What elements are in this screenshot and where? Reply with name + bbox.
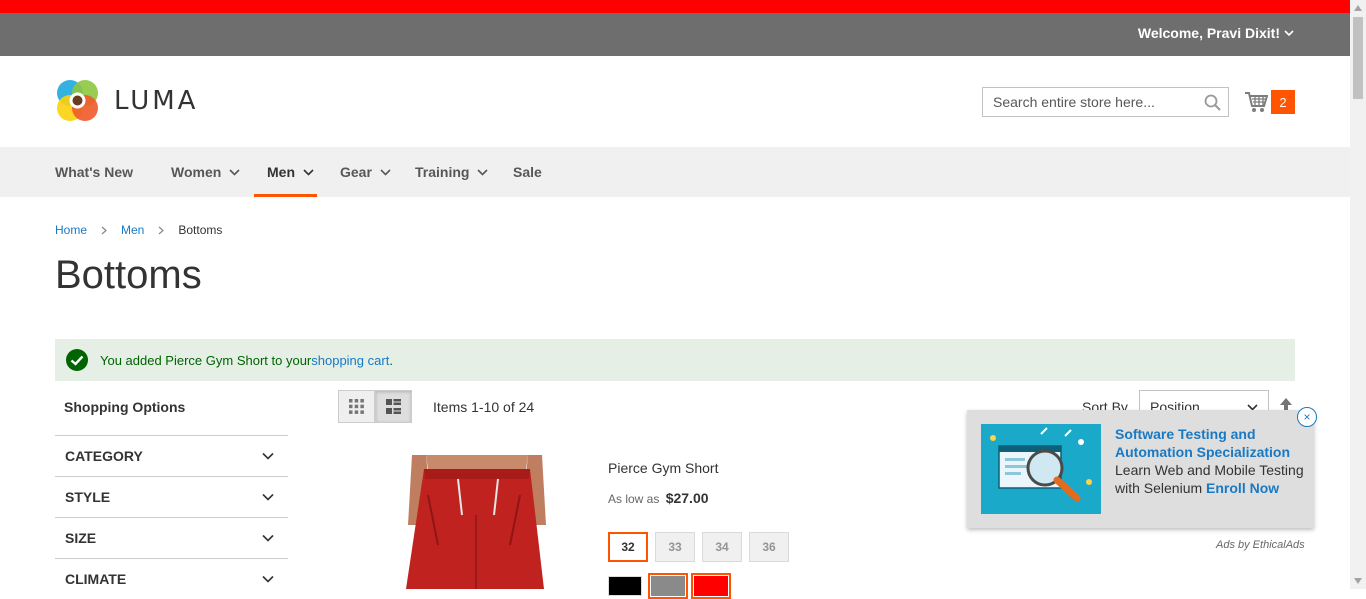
cart-counter-badge: 2 — [1271, 90, 1295, 114]
customer-welcome-menu[interactable]: Welcome, Pravi Dixit! — [1138, 25, 1294, 41]
price-value: $27.00 — [665, 490, 709, 506]
breadcrumb-current: Bottoms — [178, 223, 223, 237]
ad-close-button[interactable]: × — [1297, 407, 1317, 427]
nav-item-label: Sale — [513, 164, 542, 180]
chevron-down-icon — [262, 534, 274, 542]
top-header-bar: Welcome, Pravi Dixit! — [0, 13, 1350, 56]
color-swatch-black[interactable] — [608, 576, 642, 596]
size-swatch-36[interactable]: 36 — [749, 532, 789, 562]
chevron-down-icon — [380, 168, 391, 176]
scroll-up-arrow-icon[interactable] — [1354, 5, 1362, 11]
list-view-button[interactable] — [375, 390, 412, 423]
page-scrollbar[interactable] — [1350, 0, 1366, 589]
nav-item-sale[interactable]: Sale — [513, 147, 542, 197]
chevron-down-icon — [262, 575, 274, 583]
product-price: As low as $27.00 — [608, 490, 709, 506]
luma-logo-icon — [57, 80, 98, 121]
filter-label: CLIMATE — [65, 571, 127, 587]
nav-item-training[interactable]: Training — [415, 147, 489, 197]
scroll-down-arrow-icon[interactable] — [1354, 578, 1362, 584]
chevron-down-icon — [1284, 30, 1294, 37]
ad-headline[interactable]: Software Testing and Automation Speciali… — [1115, 426, 1290, 460]
chevron-down-icon — [229, 168, 240, 176]
scrollbar-thumb[interactable] — [1353, 17, 1363, 99]
success-message: You added Pierce Gym Short to your shopp… — [55, 339, 1295, 381]
filter-label: SIZE — [65, 530, 97, 546]
chevron-down-icon — [477, 168, 489, 176]
search-box[interactable] — [982, 87, 1229, 117]
ethical-ad[interactable]: Software Testing and Automation Speciali… — [967, 410, 1314, 528]
ad-image — [981, 424, 1101, 514]
size-swatches: 32 33 34 36 — [608, 532, 789, 562]
filter-size[interactable]: SIZE — [55, 517, 288, 558]
color-swatch-gray[interactable] — [648, 573, 688, 599]
color-swatch-red[interactable] — [691, 573, 731, 599]
toolbar-item-count: Items 1-10 of 24 — [433, 399, 535, 415]
nav-item-whats-new[interactable]: What's New — [55, 147, 133, 197]
success-check-icon — [66, 349, 88, 371]
color-swatches — [608, 573, 731, 599]
site-header: LUMA 2 — [0, 56, 1350, 147]
message-end: . — [389, 352, 393, 368]
nav-item-label: Women — [171, 164, 222, 180]
nav-item-gear[interactable]: Gear — [340, 147, 391, 197]
minicart[interactable]: 2 — [1244, 90, 1295, 114]
shopping-cart-link[interactable]: shopping cart — [311, 353, 389, 368]
size-swatch-34[interactable]: 34 — [702, 532, 742, 562]
luma-logo[interactable]: LUMA — [55, 78, 198, 123]
breadcrumb-home-link[interactable]: Home — [55, 223, 87, 237]
product-photo-gym-short — [398, 455, 550, 589]
chevron-right-icon — [101, 226, 107, 234]
size-swatch-33[interactable]: 33 — [655, 532, 695, 562]
chevron-down-icon — [262, 452, 274, 460]
ad-text: Software Testing and Automation Speciali… — [1115, 425, 1305, 497]
breadcrumb-men-link[interactable]: Men — [121, 223, 144, 237]
size-swatch-32[interactable]: 32 — [608, 532, 648, 562]
ad-credit: Ads by EthicalAds — [1216, 539, 1305, 551]
nav-item-men[interactable]: Men — [254, 147, 317, 197]
product-name-link[interactable]: Pierce Gym Short — [608, 460, 718, 476]
chevron-right-icon — [158, 226, 165, 234]
filter-style[interactable]: STYLE — [55, 476, 288, 517]
shopping-options-title: Shopping Options — [64, 399, 186, 415]
list-icon — [386, 399, 401, 414]
grid-icon — [349, 399, 364, 414]
main-navigation: What's New Women Men Gear Training Sale — [0, 147, 1350, 197]
ad-cta-link[interactable]: Enroll Now — [1206, 480, 1279, 496]
search-input[interactable] — [991, 93, 1195, 111]
nav-item-label: Men — [267, 164, 295, 180]
breadcrumb: Home Men Bottoms — [55, 223, 222, 237]
nav-item-label: Gear — [340, 164, 372, 180]
chevron-down-icon — [303, 168, 314, 176]
top-red-bar — [0, 0, 1350, 13]
view-mode-switcher — [338, 390, 412, 423]
filter-label: STYLE — [65, 489, 111, 505]
search-icon[interactable] — [1204, 94, 1221, 111]
nav-item-label: What's New — [55, 164, 134, 180]
shopping-cart-icon — [1245, 92, 1268, 112]
filter-climate[interactable]: CLIMATE — [55, 558, 288, 599]
logo-text: LUMA — [114, 85, 199, 116]
message-text: You added Pierce Gym Short to your — [100, 352, 312, 368]
chevron-down-icon — [262, 493, 274, 501]
filter-category[interactable]: CATEGORY — [55, 435, 288, 476]
page-title: Bottoms — [55, 253, 202, 297]
product-image[interactable] — [398, 455, 550, 589]
welcome-text: Welcome, Pravi Dixit! — [1137, 25, 1280, 41]
price-prefix: As low as — [608, 492, 660, 506]
nav-item-women[interactable]: Women — [171, 147, 240, 197]
nav-item-label: Training — [415, 164, 470, 180]
grid-view-button[interactable] — [338, 390, 375, 423]
filter-label: CATEGORY — [65, 448, 143, 464]
